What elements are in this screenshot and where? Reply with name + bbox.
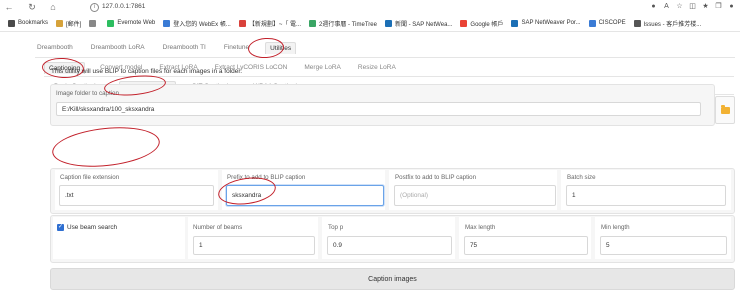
caption-ext-input[interactable]: .txt (59, 185, 214, 206)
batch-size-input[interactable]: 1 (566, 185, 726, 206)
url-field[interactable]: 127.0.0.1:7861 (102, 3, 145, 10)
caption-ext-label: Caption file extension (60, 174, 120, 181)
refresh-icon[interactable]: ↻ (27, 2, 37, 12)
bookmark-label: Bookmarks (18, 20, 49, 26)
bookmark-label: Issues - 客戶推芳楼... (643, 21, 702, 28)
image-folder-label: Image folder to caption (56, 90, 119, 97)
back-icon[interactable]: ← (4, 2, 14, 12)
tab-dreambooth-ti[interactable]: Dreambooth TI (161, 42, 208, 54)
bookmark-item[interactable]: 2週行事曆 - TimeTree (309, 19, 377, 28)
bookmark-icon (163, 19, 171, 27)
bookmark-label: 登入您的 WebEx 帳... (173, 21, 231, 28)
max-length-input[interactable]: 75 (464, 236, 588, 255)
image-folder-input[interactable]: E:/Kill/sksxandra/100_sksxandra (56, 102, 701, 116)
bookmark-item[interactable]: [郵件] (56, 19, 81, 28)
bookmark-icon (511, 19, 519, 27)
min-length-input[interactable]: 5 (600, 236, 727, 255)
bookmarks-bar: Bookmarks [郵件] Evernote Web 登入您的 WebEx 帳...… (0, 15, 740, 32)
bookmark-icon (460, 19, 468, 27)
beam-search-checkbox[interactable]: ✓ (57, 224, 64, 231)
num-beams-label: Number of beams (193, 224, 243, 231)
utility-description: This utility will use BLIP to caption fi… (51, 68, 243, 75)
bookmark-item[interactable]: 登入您的 WebEx 帳... (163, 19, 231, 28)
bookmark-icon (56, 19, 64, 27)
bookmark-item[interactable] (89, 19, 99, 27)
tab-dreambooth[interactable]: Dreambooth (35, 42, 75, 54)
num-beams-input[interactable]: 1 (193, 236, 315, 255)
bookmark-label: 新聞 - SAP NetWea... (394, 21, 453, 28)
bookmark-icon (633, 19, 641, 27)
extension-icon[interactable]: ● (649, 2, 658, 11)
top-p-input[interactable]: 0.9 (327, 236, 452, 255)
main-tabs: Dreambooth Dreambooth LoRA Dreambooth TI… (35, 42, 310, 54)
bookmark-icon (107, 19, 115, 27)
batch-size-label: Batch size (567, 174, 596, 181)
split-screen-icon[interactable]: ◫ (688, 2, 697, 11)
folder-button[interactable] (715, 96, 735, 124)
max-length-label: Max length (465, 224, 496, 231)
top-p-label: Top p (328, 224, 344, 231)
bookmark-label: Evernote Web (117, 20, 156, 26)
tabs-divider (44, 76, 734, 77)
postfix-label: Postfix to add to BLIP caption (395, 174, 477, 181)
bookmark-icon (384, 19, 392, 27)
favorites-icon[interactable]: ★ (701, 2, 710, 11)
favorite-icon[interactable]: ☆ (675, 2, 684, 11)
bookmark-label: 【新規劃】~「 電... (248, 21, 302, 28)
collections-icon[interactable]: ❐ (714, 2, 723, 11)
prefix-label: Prefix to add to BLIP caption (227, 174, 306, 181)
bookmark-icon (89, 19, 97, 27)
bookmark-icon (309, 19, 317, 27)
caption-images-button[interactable]: Caption images (50, 268, 735, 290)
site-info-icon[interactable]: i (90, 3, 99, 12)
bookmark-item[interactable]: 【新規劃】~「 電... (238, 19, 302, 28)
tab-dreambooth-lora[interactable]: Dreambooth LoRA (89, 42, 147, 54)
bookmark-icon (238, 19, 246, 27)
tab-resize-lora[interactable]: Resize LoRA (356, 62, 398, 74)
bookmark-icon (8, 19, 15, 27)
bookmark-label: Google 帳戶 (470, 21, 504, 28)
home-icon[interactable]: ⌂ (48, 2, 58, 12)
bookmark-label: CISCOPE (598, 20, 626, 26)
tab-merge-lora[interactable]: Merge LoRA (302, 62, 343, 74)
bookmark-item[interactable]: Bookmarks (8, 19, 49, 27)
tab-utilities[interactable]: Utilities (265, 42, 297, 54)
profile-icon[interactable]: ● (727, 2, 736, 11)
read-aloud-icon[interactable]: A (662, 2, 671, 11)
bookmark-item[interactable]: 新聞 - SAP NetWea... (384, 19, 453, 28)
bookmark-item[interactable]: CISCOPE (588, 19, 626, 27)
postfix-input[interactable]: (Optional) (394, 185, 556, 206)
bookmark-label: SAP NetWeaver Por... (521, 20, 581, 26)
bookmark-item[interactable]: Evernote Web (107, 19, 156, 27)
prefix-input[interactable]: sksxandra (226, 185, 384, 206)
browser-address-bar: ← ↻ ⌂ i 127.0.0.1:7861 ● A ☆ ◫ ★ ❐ ● (0, 0, 740, 15)
tab-finetune[interactable]: Finetune (222, 42, 251, 54)
bookmark-icon (588, 19, 596, 27)
tabs-divider (35, 57, 735, 58)
bookmark-item[interactable]: SAP NetWeaver Por... (511, 19, 581, 27)
folder-icon (720, 104, 730, 114)
bookmark-item[interactable]: Issues - 客戶推芳楼... (633, 19, 702, 28)
beam-search-label: Use beam search (67, 224, 118, 231)
min-length-label: Min length (601, 224, 630, 231)
bookmark-item[interactable]: Google 帳戶 (460, 19, 503, 28)
bookmark-label: [郵件] (66, 21, 82, 28)
bookmark-label: 2週行事曆 - TimeTree (319, 21, 377, 28)
